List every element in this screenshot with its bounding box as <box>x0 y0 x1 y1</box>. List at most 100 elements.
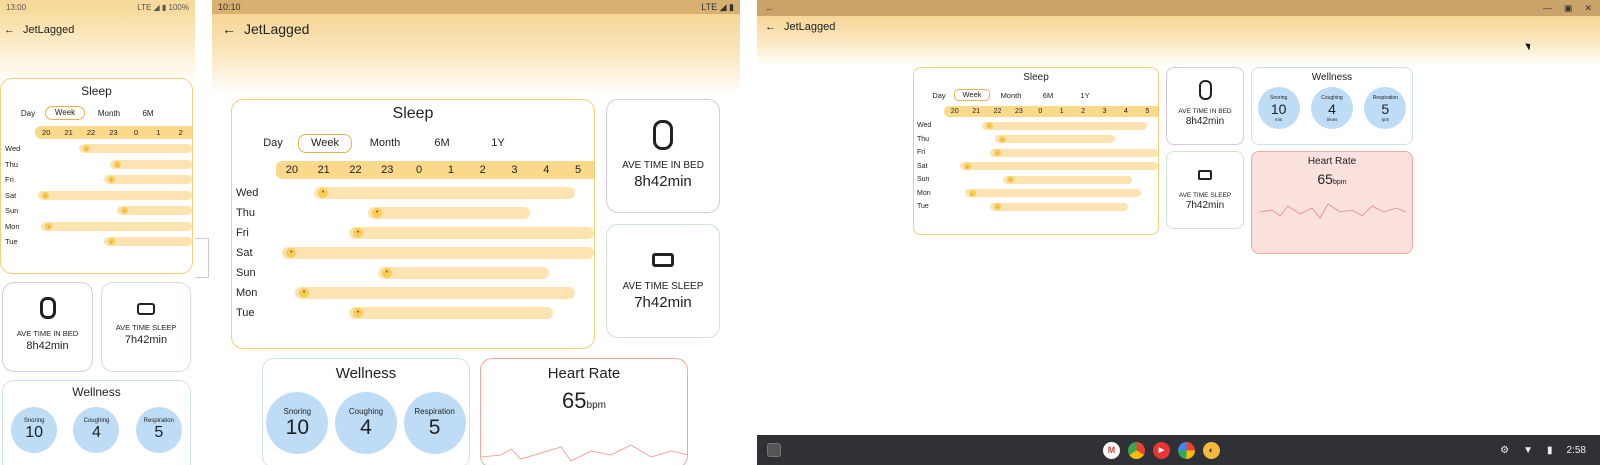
mood-emoji-icon: • <box>318 188 329 198</box>
sleep-bar[interactable]: • <box>78 144 192 154</box>
sleep-row-wed: Wed • <box>917 119 1158 133</box>
wellness-title: Wellness <box>1311 72 1353 83</box>
back-arrow-icon[interactable]: ← <box>765 21 776 33</box>
photos-icon[interactable] <box>1178 441 1195 459</box>
battery-icon[interactable]: ▮ <box>1547 445 1553 456</box>
tab-day[interactable]: Day <box>248 137 298 149</box>
youtube-icon[interactable]: ▶ <box>1153 441 1170 459</box>
sleep-bar[interactable]: • <box>990 202 1128 211</box>
hour-label: 0 <box>416 164 423 176</box>
tablet-panel: 10:10 LTE ◢ ▮ ← JetLagged Sleep Day Week… <box>212 0 740 465</box>
tab-week[interactable]: Week <box>45 106 85 120</box>
day-label: Sat <box>236 247 253 259</box>
mood-emoji-icon: • <box>108 176 116 184</box>
sleep-bar[interactable]: • <box>994 135 1115 144</box>
sleep-bar[interactable]: • <box>368 207 531 219</box>
sleep-bar[interactable]: • <box>377 267 550 279</box>
launcher-icon[interactable] <box>767 443 781 457</box>
sleep-bar[interactable]: • <box>282 247 594 259</box>
snoring-value: 10 <box>285 415 309 439</box>
hour-label: 20 <box>950 108 959 115</box>
sleep-bar[interactable]: • <box>110 159 192 169</box>
hour-label: 1 <box>1059 108 1064 115</box>
sleep-row-fri: Fri • <box>5 172 192 188</box>
mood-emoji-icon: • <box>108 238 116 246</box>
window-controls: — ▣ ✕ <box>1543 3 1592 14</box>
sleep-row-sat: Sat • <box>5 188 192 204</box>
sleep-card: Sleep Day Week Month 6M 20 21 22 23 0 1 … <box>0 78 193 274</box>
clock[interactable]: 2:58 <box>1567 445 1586 456</box>
tab-month[interactable]: Month <box>990 91 1032 100</box>
chrome-icon[interactable] <box>1128 441 1145 459</box>
sleep-row-tue: Tue • <box>917 200 1158 214</box>
tab-week[interactable]: Week <box>298 133 352 153</box>
tab-6m[interactable]: 6M <box>133 109 163 118</box>
time-in-bed-value: 8h42min <box>1185 116 1225 127</box>
jetlagged-app-icon[interactable]: ◐ <box>1203 441 1220 459</box>
close-icon[interactable]: ✕ <box>1584 3 1592 14</box>
sleep-bar[interactable]: • <box>104 175 192 185</box>
day-label: Tue <box>236 307 255 319</box>
tab-1y[interactable]: 1Y <box>466 137 530 149</box>
sleep-track: • <box>35 203 192 219</box>
mood-emoji-icon: • <box>353 228 364 238</box>
tab-6m[interactable]: 6M <box>418 137 466 149</box>
phone-panel: 13:00 LTE ◢ ▮ 100% ← JetLagged Sleep Day… <box>0 0 195 465</box>
sleep-bar[interactable]: • <box>349 227 594 239</box>
sleep-bar[interactable]: • <box>41 221 192 231</box>
sleep-bar[interactable]: • <box>964 189 1141 198</box>
tab-6m[interactable]: 6M <box>1032 91 1064 100</box>
day-label: Sat <box>5 190 17 200</box>
sleep-bar[interactable]: • <box>349 307 553 319</box>
sleep-row-mon: Mon • <box>917 187 1158 201</box>
snoring-unit: min <box>1275 116 1283 122</box>
watch-icon <box>39 297 56 319</box>
day-label: Wed <box>236 187 259 199</box>
sleep-bar[interactable]: • <box>960 162 1158 171</box>
sleep-row-mon: Mon • <box>236 283 594 303</box>
tab-week[interactable]: Week <box>954 89 990 101</box>
sleep-track: • <box>35 141 192 157</box>
sleep-bar[interactable]: • <box>314 187 575 199</box>
tab-1y[interactable]: 1Y <box>1064 91 1106 100</box>
settings-icon[interactable]: ⚙ <box>1500 445 1509 456</box>
resize-handle[interactable] <box>195 238 209 278</box>
sleep-bar[interactable]: • <box>295 287 575 299</box>
wifi-icon[interactable]: ▼ <box>1523 445 1533 456</box>
status-indicators: LTE ◢ ▮ 100% <box>137 2 189 12</box>
hour-scale: 20 21 22 23 0 1 2 <box>35 126 192 139</box>
system-tray[interactable]: ⚙ ▼ ▮ 2:58 <box>1500 445 1586 456</box>
status-indicators: LTE ◢ ▮ <box>701 1 734 12</box>
heart-rate-readout: 65bpm <box>1252 171 1412 189</box>
sleep-bar[interactable]: • <box>38 190 192 200</box>
back-arrow-icon[interactable]: ← <box>4 24 15 36</box>
tab-month[interactable]: Month <box>352 137 418 149</box>
tab-day[interactable]: Day <box>924 91 954 100</box>
minimize-icon[interactable]: — <box>1543 3 1552 14</box>
back-arrow-icon[interactable]: ← <box>222 21 236 37</box>
window-back-icon[interactable]: ← <box>765 3 774 13</box>
sleep-bar[interactable]: • <box>990 148 1158 157</box>
sleep-track: • <box>276 303 594 323</box>
sleep-track: • <box>35 188 192 204</box>
heart-rate-card: Heart Rate 65bpm <box>1251 151 1413 254</box>
watch-icon <box>653 120 673 150</box>
mood-emoji-icon: • <box>372 208 383 218</box>
gmail-icon[interactable]: M <box>1103 441 1120 459</box>
heart-rate-unit: bpm <box>586 400 606 411</box>
status-bar: 10:10 LTE ◢ ▮ <box>212 0 740 14</box>
hour-label: 2 <box>178 128 183 137</box>
sleep-bar[interactable]: • <box>116 206 192 216</box>
mood-emoji-icon: • <box>299 288 310 298</box>
hour-label: 20 <box>42 128 51 137</box>
maximize-icon[interactable]: ▣ <box>1564 3 1573 14</box>
hour-scale: 20 21 22 23 0 1 2 3 4 5 <box>276 161 594 179</box>
time-sleep-value: 7h42min <box>1185 200 1225 211</box>
sleep-bar[interactable]: • <box>981 121 1148 130</box>
wellness-card: Wellness Snoring 10 Coughing 4 Respiration… <box>2 380 191 465</box>
tab-day[interactable]: Day <box>11 109 45 118</box>
sleep-bar[interactable]: • <box>104 237 192 247</box>
tab-month[interactable]: Month <box>85 109 133 118</box>
sleep-bar[interactable]: • <box>1003 175 1133 184</box>
coughing-metric: Coughing 4 times <box>1310 87 1353 129</box>
